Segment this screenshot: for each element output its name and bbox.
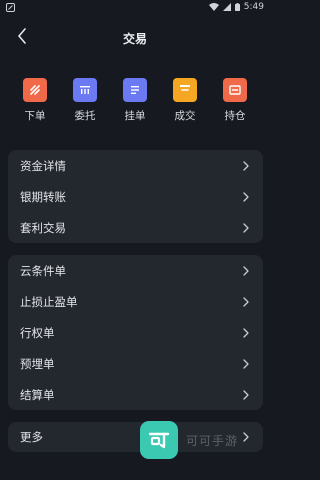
- quick-action-deal[interactable]: 成交: [165, 78, 205, 124]
- status-bar: 5:49: [0, 0, 270, 14]
- quick-action-order[interactable]: 下单: [15, 78, 55, 124]
- chevron-right-icon: [241, 191, 251, 202]
- chevron-right-icon: [241, 265, 251, 276]
- deal-icon: [173, 78, 197, 102]
- menu-item-stop-loss-take-profit[interactable]: 止损止盈单: [8, 286, 263, 317]
- chevron-right-icon: [241, 358, 251, 369]
- chevron-right-icon: [241, 432, 251, 442]
- chevron-right-icon: [241, 222, 251, 233]
- page-title: 交易: [122, 31, 147, 46]
- chevron-right-icon: [241, 389, 251, 400]
- app-notification-icon: [6, 2, 15, 12]
- menu-item-preset-order[interactable]: 预埋单: [8, 348, 263, 379]
- wifi-icon: [208, 3, 219, 11]
- chevron-right-icon: [241, 160, 251, 171]
- quick-action-position[interactable]: 持仓: [215, 78, 255, 124]
- quick-action-label: 委托: [74, 110, 96, 122]
- chevron-right-icon: [241, 327, 251, 338]
- pending-order-icon: [123, 78, 147, 102]
- chevron-right-icon: [241, 296, 251, 307]
- quick-actions: 下单 委托 挂单 成交 持仓: [0, 78, 270, 124]
- order-icon: [23, 78, 47, 102]
- menu-item-label: 止损止盈单: [20, 294, 78, 309]
- quick-action-label: 挂单: [124, 110, 146, 122]
- position-icon: [223, 78, 247, 102]
- menu-item-fund-details[interactable]: 资金详情: [8, 150, 263, 181]
- menu-item-bank-futures-transfer[interactable]: 银期转账: [8, 181, 263, 212]
- quick-action-pending[interactable]: 挂单: [115, 78, 155, 124]
- battery-icon: [234, 3, 240, 11]
- menu-item-settlement-statement[interactable]: 结算单: [8, 379, 263, 410]
- menu-item-label: 预埋单: [20, 356, 55, 371]
- menu-item-cloud-conditional-order[interactable]: 云条件单: [8, 255, 263, 286]
- menu-item-label: 行权单: [20, 325, 55, 340]
- kk-logo-icon: [140, 421, 178, 459]
- cellular-signal-icon: [222, 3, 231, 11]
- menu-item-label: 资金详情: [20, 158, 66, 173]
- menu-item-label: 结算单: [20, 387, 55, 402]
- back-button[interactable]: [12, 28, 32, 48]
- menu-item-label: 套利交易: [20, 220, 66, 235]
- watermark: 可可手游: [140, 421, 238, 459]
- menu-item-arbitrage-trading[interactable]: 套利交易: [8, 212, 263, 243]
- quick-action-entrust[interactable]: 委托: [65, 78, 105, 124]
- order-types-card: 云条件单 止损止盈单 行权单 预埋单 结算单: [8, 255, 263, 410]
- title-bar: 交易: [0, 24, 270, 52]
- entrust-icon: [73, 78, 97, 102]
- quick-action-label: 持仓: [224, 110, 246, 122]
- quick-action-label: 成交: [174, 110, 196, 122]
- chevron-left-icon: [17, 28, 27, 48]
- watermark-text: 可可手游: [186, 433, 239, 448]
- quick-action-label: 下单: [24, 110, 46, 122]
- account-menu-card: 资金详情 银期转账 套利交易: [8, 150, 263, 243]
- menu-item-exercise-order[interactable]: 行权单: [8, 317, 263, 348]
- menu-item-label: 银期转账: [20, 189, 66, 204]
- status-time: 5:49: [243, 2, 264, 12]
- menu-item-label: 云条件单: [20, 263, 66, 278]
